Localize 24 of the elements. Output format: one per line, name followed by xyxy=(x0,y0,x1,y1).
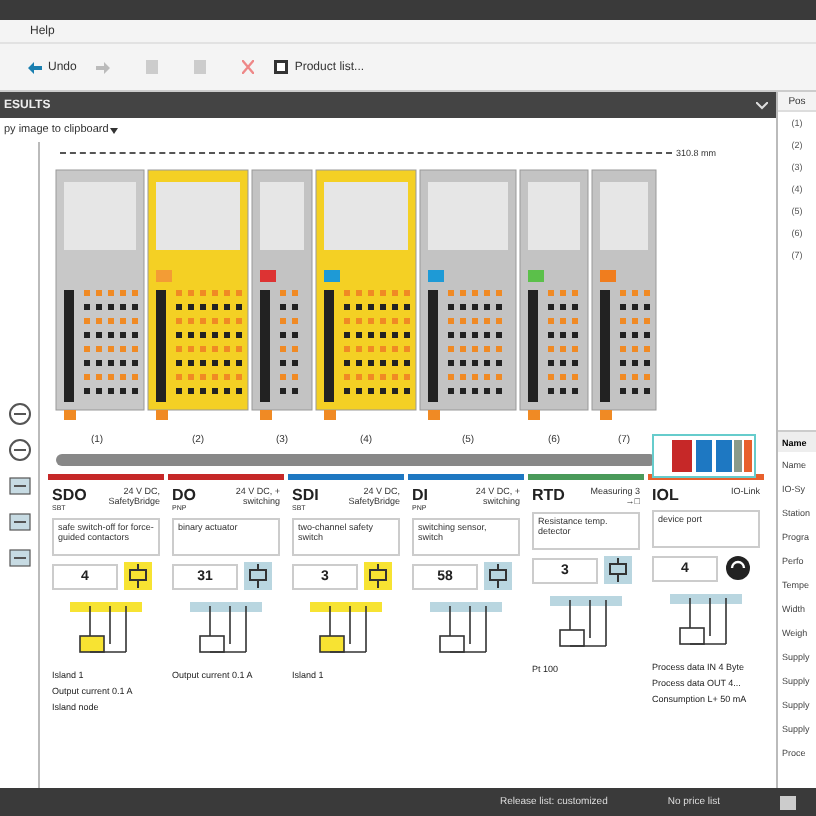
chevron-down-icon[interactable] xyxy=(756,101,768,109)
terminal-type-icon[interactable] xyxy=(7,510,31,534)
list-icon xyxy=(274,60,289,74)
terminal-type-icon[interactable] xyxy=(7,402,31,426)
terminal-type: DO xyxy=(172,486,196,504)
status-indicator xyxy=(780,795,796,809)
terminal-symbol-icon xyxy=(604,556,632,584)
terminal-type: SDO xyxy=(52,486,87,504)
terminal-symbol-icon xyxy=(124,562,152,590)
horizontal-scrollbar[interactable] xyxy=(56,454,656,466)
terminal-symbol-icon xyxy=(244,562,272,590)
terminal-type-icon[interactable] xyxy=(7,546,31,570)
dropdown-caret-icon[interactable] xyxy=(110,127,119,133)
terminal-symbol-icon xyxy=(364,562,392,590)
terminal-type: IOL xyxy=(652,486,679,504)
terminal-type: DI xyxy=(412,486,428,504)
terminal-type-icon[interactable] xyxy=(7,438,31,462)
module-minimap[interactable] xyxy=(652,434,756,478)
terminal-type-icon[interactable] xyxy=(7,474,31,498)
terminal-type: RTD xyxy=(532,486,565,504)
undo-icon xyxy=(28,61,42,73)
terminal-symbol-icon xyxy=(484,562,512,590)
io-link-icon xyxy=(724,554,752,582)
terminal-type: SDI xyxy=(292,486,319,504)
